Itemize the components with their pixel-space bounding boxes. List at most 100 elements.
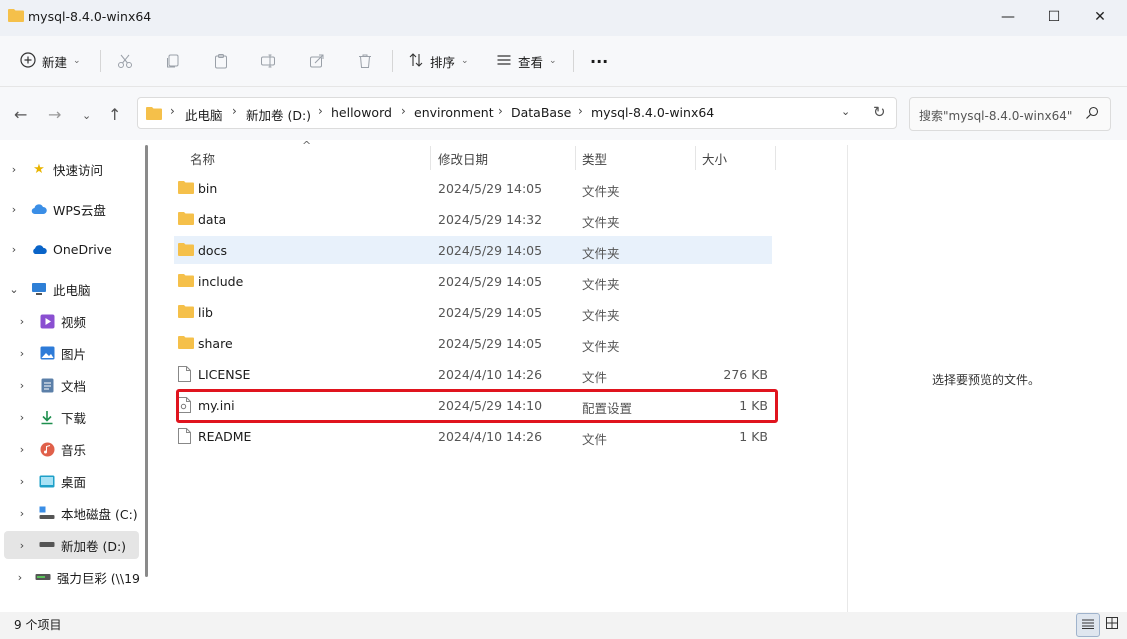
column-divider[interactable] [575,146,576,170]
sidebar-item-videos[interactable]: › 视频 [0,306,140,336]
forward-arrow-icon[interactable]: → [48,105,61,124]
breadcrumb-database[interactable]: DataBase [511,105,571,120]
chevron-right-icon[interactable]: › [9,243,19,256]
chevron-right-icon[interactable]: › [17,539,27,552]
chevron-right-icon[interactable]: › [17,347,27,360]
column-divider[interactable] [430,146,431,170]
delete-icon[interactable] [357,48,373,74]
recent-locations-chevron-icon[interactable]: ⌄ [82,109,91,122]
file-modified-date: 2024/5/29 14:05 [438,181,543,196]
sidebar-item-label: 强力巨彩 (\\19 [56,570,140,586]
chevron-right-icon[interactable]: › [17,475,27,488]
column-header-modified[interactable]: 修改日期 [438,149,488,168]
chevron-right-icon[interactable]: › [17,315,27,328]
sidebar-item-label: 桌面 [61,474,87,490]
toolbar-divider [100,50,101,72]
drive-icon [39,537,55,553]
sidebar-item-this-pc[interactable]: ⌄ 此电脑 [0,274,140,304]
sidebar-item-label: 此电脑 [53,282,91,298]
share-icon[interactable] [309,48,325,74]
command-bar: 新建 ⌄ 排序 ⌄ 查看 ⌄ ··· [0,36,1127,86]
breadcrumb-current-folder[interactable]: mysql-8.4.0-winx64 [591,105,714,120]
chevron-down-icon[interactable]: ⌄ [9,283,19,296]
file-row[interactable]: share 2024/5/29 14:05 文件夹 [174,329,772,357]
column-header-name[interactable]: 名称 [190,149,215,168]
sidebar-item-documents[interactable]: › 文档 [0,370,140,400]
file-row[interactable]: docs 2024/5/29 14:05 文件夹 [174,236,772,264]
sidebar-item-onedrive[interactable]: › OneDrive [0,234,140,264]
preview-pane-divider[interactable] [847,145,848,612]
sidebar-item-network-drive[interactable]: › 强力巨彩 (\\19 [0,562,140,592]
breadcrumb-separator-icon: › [170,104,175,118]
file-modified-date: 2024/4/10 14:26 [438,367,543,382]
sidebar-item-desktop[interactable]: › 桌面 [0,466,140,496]
rename-icon[interactable] [260,48,276,74]
paste-icon[interactable] [213,48,229,74]
chevron-right-icon[interactable]: › [17,379,27,392]
file-modified-date: 2024/5/29 14:32 [438,212,543,227]
highlight-annotation [176,389,778,423]
file-name: docs [198,243,227,258]
sidebar-item-wps-cloud[interactable]: › WPS云盘 [0,194,140,224]
file-modified-date: 2024/5/29 14:05 [438,243,543,258]
file-type: 文件夹 [582,215,620,230]
file-type: 文件夹 [582,277,620,292]
breadcrumb-drive-d[interactable]: 新加卷 (D:) [246,105,311,124]
breadcrumb-this-pc[interactable]: 此电脑 [185,105,223,124]
column-header-type[interactable]: 类型 [582,149,607,168]
sidebar-item-music[interactable]: › 音乐 [0,434,140,464]
file-row[interactable]: bin 2024/5/29 14:05 文件夹 [174,174,772,202]
file-modified-date: 2024/4/10 14:26 [438,429,543,444]
search-box[interactable]: 搜索"mysql-8.4.0-winx64" [909,97,1111,131]
cut-icon[interactable] [117,48,133,74]
chevron-right-icon[interactable]: › [17,411,27,424]
file-type: 文件 [582,370,608,385]
column-header-size[interactable]: 大小 [702,149,727,168]
sidebar-item-drive-d[interactable]: › 新加卷 (D:) [0,530,140,560]
file-modified-date: 2024/5/29 14:05 [438,336,543,351]
file-row[interactable]: README 2024/4/10 14:26 文件 1 KB [174,422,772,450]
breadcrumb-environment[interactable]: environment [414,105,494,120]
star-icon: ★ [33,161,45,177]
file-row[interactable]: include 2024/5/29 14:05 文件夹 [174,267,772,295]
item-count: 9 个项目 [14,618,62,632]
file-row[interactable]: lib 2024/5/29 14:05 文件夹 [174,298,772,326]
refresh-icon[interactable]: ↻ [873,103,886,121]
more-options-button[interactable]: ··· [590,48,608,74]
search-icon [1085,106,1099,123]
window-title: mysql-8.4.0-winx64 [28,9,152,24]
close-button[interactable]: ✕ [1077,0,1123,34]
breadcrumb-helloword[interactable]: helloword [331,105,392,120]
new-button[interactable]: 新建 ⌄ [20,48,81,74]
chevron-right-icon[interactable]: › [17,443,27,456]
view-button[interactable]: 查看 ⌄ [496,48,557,74]
details-view-button[interactable] [1076,613,1100,637]
view-list-icon [496,52,512,71]
file-type: 文件 [582,432,608,447]
chevron-down-icon: ⌄ [461,56,469,66]
column-divider[interactable] [775,146,776,170]
sort-button[interactable]: 排序 ⌄ [408,48,469,74]
file-row[interactable]: LICENSE 2024/4/10 14:26 文件 276 KB [174,360,772,388]
address-bar[interactable]: › 此电脑 › 新加卷 (D:) › helloword › environme… [137,97,897,129]
column-divider[interactable] [695,146,696,170]
chevron-right-icon[interactable]: › [17,507,27,520]
minimize-button[interactable]: — [985,0,1031,34]
sidebar-item-local-disk-c[interactable]: › 本地磁盘 (C:) [0,498,140,528]
file-icon [178,366,191,385]
copy-icon[interactable] [165,48,181,74]
chevron-right-icon[interactable]: › [9,203,19,216]
file-row[interactable]: data 2024/5/29 14:32 文件夹 [174,205,772,233]
chevron-right-icon[interactable]: › [9,163,19,176]
view-label: 查看 [518,54,544,70]
sidebar-item-downloads[interactable]: › 下载 [0,402,140,432]
address-history-chevron-icon[interactable]: ⌄ [841,105,850,118]
sidebar-item-quick-access[interactable]: › ★ 快速访问 [0,154,140,184]
sidebar-item-pictures[interactable]: › 图片 [0,338,140,368]
up-arrow-icon[interactable]: ↑ [108,105,121,124]
chevron-right-icon[interactable]: › [17,571,23,584]
sidebar-scrollbar[interactable] [145,145,148,577]
back-arrow-icon[interactable]: ← [14,105,27,124]
tiles-view-button[interactable] [1101,613,1123,635]
maximize-button[interactable]: ☐ [1031,0,1077,34]
